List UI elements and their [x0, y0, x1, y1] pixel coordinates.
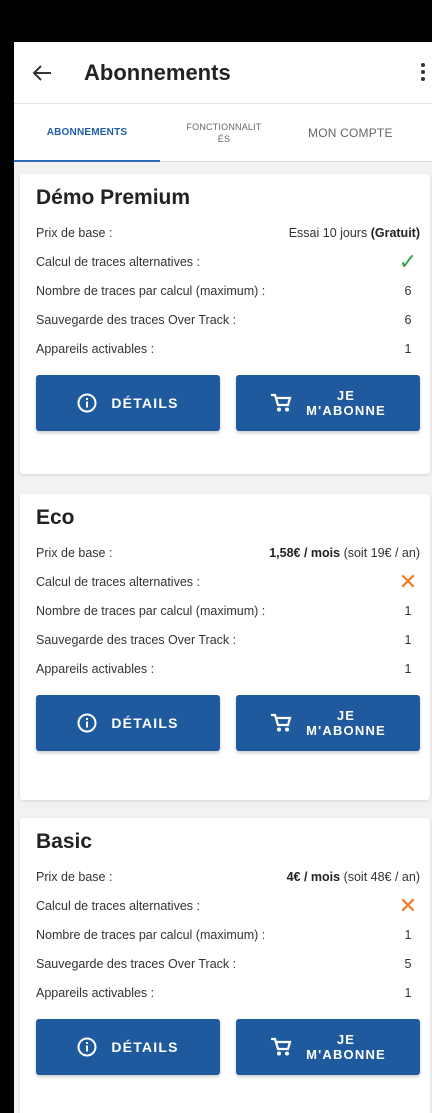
traces-per-calc-value: 1	[404, 603, 412, 618]
devices-row: Appareils activables : 1	[36, 978, 420, 1007]
traces-per-calc-value: 6	[404, 283, 412, 298]
alt-traces-label: Calcul de traces alternatives :	[36, 574, 200, 589]
traces-per-calc-label: Nombre de traces par calcul (maximum) :	[36, 927, 266, 942]
details-button[interactable]: DÉTAILS	[36, 695, 220, 751]
devices-row: Appareils activables : 1	[36, 334, 420, 363]
tab-abonnements-label: ABONNEMENTS	[46, 126, 128, 138]
price-suffix: (soit 19€ / an)	[340, 545, 420, 560]
subscribe-button[interactable]: JE M'ABONNE	[236, 375, 420, 431]
price-value: Essai 10 jours (Gratuit)	[289, 226, 420, 240]
devices-value: 1	[404, 661, 412, 676]
alt-traces-row: Calcul de traces alternatives : ✕	[36, 567, 420, 596]
devices-value: 1	[404, 985, 412, 1000]
alt-traces-row: Calcul de traces alternatives : ✕	[36, 891, 420, 920]
cart-icon	[270, 1037, 292, 1057]
traces-per-calc-label: Nombre de traces par calcul (maximum) :	[36, 283, 266, 298]
back-arrow-icon[interactable]	[30, 61, 54, 85]
devices-value: 1	[404, 341, 412, 356]
devices-label: Appareils activables :	[36, 341, 155, 356]
subscribe-button-label: JE M'ABONNE	[306, 388, 386, 418]
price-label: Prix de base :	[36, 869, 113, 884]
traces-per-calc-row: Nombre de traces par calcul (maximum) : …	[36, 276, 420, 305]
details-button[interactable]: DÉTAILS	[36, 1019, 220, 1075]
price-row: Prix de base : Essai 10 jours (Gratuit)	[36, 218, 420, 247]
details-button-label: DÉTAILS	[111, 715, 179, 731]
subscribe-button-label: JE M'ABONNE	[306, 708, 386, 738]
info-icon	[77, 1037, 97, 1057]
status-bar	[14, 0, 432, 42]
cross-icon: ✕	[398, 892, 418, 918]
cart-icon	[270, 713, 292, 733]
price-value: 1,58€ / mois (soit 19€ / an)	[269, 546, 420, 560]
saved-traces-value: 6	[404, 312, 412, 327]
price-bold: 4€ / mois	[286, 869, 341, 884]
plan-card-eco: Eco Prix de base : 1,58€ / mois (soit 19…	[20, 494, 430, 800]
details-button-label: DÉTAILS	[111, 1039, 179, 1055]
price-bold: 1,58€ / mois	[269, 545, 341, 560]
saved-traces-value: 1	[404, 632, 412, 647]
check-icon: ✓	[398, 248, 418, 274]
alt-traces-label: Calcul de traces alternatives :	[36, 898, 200, 913]
price-label: Prix de base :	[36, 545, 113, 560]
card-actions: DÉTAILS JE M'ABONNE	[36, 375, 420, 431]
subscribe-button[interactable]: JE M'ABONNE	[236, 695, 420, 751]
tab-fonctionnalites-label: FONCTIONNALITÉS	[186, 121, 262, 144]
subscribe-button[interactable]: JE M'ABONNE	[236, 1019, 420, 1075]
subscribe-line1: JE	[336, 388, 356, 403]
card-actions: DÉTAILS JE M'ABONNE	[36, 695, 420, 751]
price-value: 4€ / mois (soit 48€ / an)	[287, 870, 420, 884]
plan-card-basic: Basic Prix de base : 4€ / mois (soit 48€…	[20, 818, 430, 1113]
tab-fonctionnalites[interactable]: FONCTIONNALITÉS	[160, 104, 288, 161]
traces-per-calc-label: Nombre de traces par calcul (maximum) :	[36, 603, 266, 618]
saved-traces-value: 5	[404, 956, 412, 971]
saved-traces-row: Sauvegarde des traces Over Track : 1	[36, 625, 420, 654]
price-bold: (Gratuit)	[370, 225, 420, 240]
plan-name: Démo Premium	[36, 186, 191, 209]
devices-label: Appareils activables :	[36, 661, 155, 676]
cart-icon	[270, 393, 292, 413]
price-row: Prix de base : 1,58€ / mois (soit 19€ / …	[36, 538, 420, 567]
subscribe-line1: JE	[336, 1032, 356, 1047]
more-options-icon[interactable]	[420, 61, 430, 85]
price-text: Essai 10 jours	[288, 225, 371, 240]
card-actions: DÉTAILS JE M'ABONNE	[36, 1019, 420, 1075]
details-button-label: DÉTAILS	[111, 395, 179, 411]
saved-traces-label: Sauvegarde des traces Over Track :	[36, 632, 237, 647]
info-icon	[77, 713, 97, 733]
tab-active-indicator	[14, 160, 160, 162]
devices-label: Appareils activables :	[36, 985, 155, 1000]
saved-traces-label: Sauvegarde des traces Over Track :	[36, 956, 237, 971]
devices-row: Appareils activables : 1	[36, 654, 420, 683]
saved-traces-row: Sauvegarde des traces Over Track : 5	[36, 949, 420, 978]
price-row: Prix de base : 4€ / mois (soit 48€ / an)	[36, 862, 420, 891]
page-title: Abonnements	[84, 59, 231, 85]
alt-traces-row: Calcul de traces alternatives : ✓	[36, 247, 420, 276]
plan-card-demo-premium: Démo Premium Prix de base : Essai 10 jou…	[20, 174, 430, 474]
alt-traces-label: Calcul de traces alternatives :	[36, 254, 200, 269]
subscribe-line2: M'ABONNE	[306, 403, 386, 418]
tab-mon-compte-label: MON COMPTE	[308, 125, 393, 140]
traces-per-calc-value: 1	[404, 927, 412, 942]
saved-traces-label: Sauvegarde des traces Over Track :	[36, 312, 237, 327]
price-suffix: (soit 48€ / an)	[340, 869, 420, 884]
tab-bar: ABONNEMENTS FONCTIONNALITÉS MON COMPTE	[14, 104, 432, 162]
info-icon	[77, 393, 97, 413]
plan-name: Eco	[36, 506, 75, 529]
app-bar: Abonnements	[14, 42, 432, 104]
tab-abonnements[interactable]: ABONNEMENTS	[14, 104, 160, 162]
tab-mon-compte[interactable]: MON COMPTE	[288, 104, 432, 161]
subscribe-line2: M'ABONNE	[306, 1047, 386, 1062]
cross-icon: ✕	[398, 568, 418, 594]
saved-traces-row: Sauvegarde des traces Over Track : 6	[36, 305, 420, 334]
app-screen: Abonnements ABONNEMENTS FONCTIONNALITÉS …	[14, 0, 432, 1113]
subscribe-button-label: JE M'ABONNE	[306, 1032, 386, 1062]
subscribe-line1: JE	[336, 708, 356, 723]
details-button[interactable]: DÉTAILS	[36, 375, 220, 431]
subscribe-line2: M'ABONNE	[306, 723, 386, 738]
traces-per-calc-row: Nombre de traces par calcul (maximum) : …	[36, 596, 420, 625]
traces-per-calc-row: Nombre de traces par calcul (maximum) : …	[36, 920, 420, 949]
price-label: Prix de base :	[36, 225, 113, 240]
plan-name: Basic	[36, 830, 93, 853]
